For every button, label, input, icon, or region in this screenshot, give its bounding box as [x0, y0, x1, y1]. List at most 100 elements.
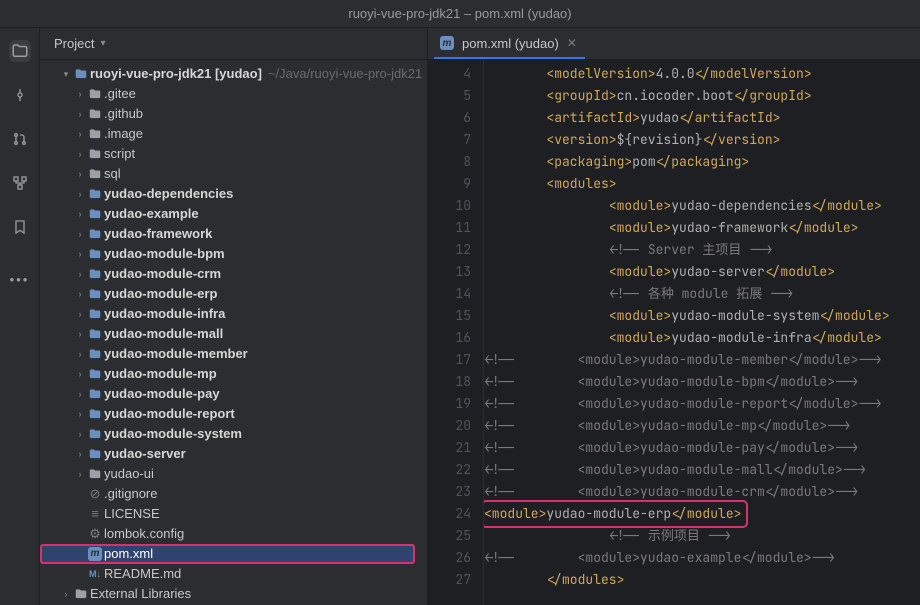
code-line[interactable]: <module>yudao-framework</module> — [484, 217, 920, 239]
code-line[interactable]: <artifactId>yudao</artifactId> — [484, 107, 920, 129]
chevron-right-icon[interactable]: › — [74, 184, 86, 204]
tree-row[interactable]: › External Libraries — [40, 584, 427, 604]
tree-row[interactable]: ›yudao-module-pay — [40, 384, 427, 404]
chevron-right-icon[interactable]: › — [74, 384, 86, 404]
chevron-right-icon[interactable]: › — [74, 304, 86, 324]
chevron-right-icon[interactable]: › — [74, 324, 86, 344]
tree-row[interactable]: M↓README.md — [40, 564, 427, 584]
chevron-right-icon[interactable]: › — [74, 84, 86, 104]
code-line[interactable]: <modelVersion>4.0.0</modelVersion> — [484, 63, 920, 85]
tree-row[interactable]: ›yudao-module-mall — [40, 324, 427, 344]
tree-item-label: yudao-module-infra — [104, 304, 225, 324]
code-line[interactable]: <version>${revision}</version> — [484, 129, 920, 151]
tree-row[interactable]: mpom.xml — [40, 544, 415, 564]
chevron-right-icon[interactable]: › — [74, 424, 86, 444]
tree-row[interactable]: ▾ruoyi-vue-pro-jdk21 [yudao]~/Java/ruoyi… — [40, 64, 427, 84]
code-line[interactable]: <groupId>cn.iocoder.boot</groupId> — [484, 85, 920, 107]
toolstrip-project-icon[interactable] — [9, 40, 31, 62]
chevron-right-icon[interactable]: › — [74, 464, 86, 484]
tree-row[interactable]: ›yudao-dependencies — [40, 184, 427, 204]
tree-item-label: yudao-module-bpm — [104, 244, 225, 264]
code-line[interactable]: <module>yudao-module-system</module> — [484, 305, 920, 327]
code-line[interactable]: <!-- <module>yudao-module-crm</module>--… — [484, 481, 920, 503]
chevron-right-icon[interactable]: › — [74, 444, 86, 464]
chevron-right-icon[interactable]: › — [74, 364, 86, 384]
tab-label: pom.xml (yudao) — [462, 36, 559, 51]
code-line[interactable]: </modules> — [484, 569, 920, 591]
tree-row[interactable]: ›yudao-module-crm — [40, 264, 427, 284]
tree-row[interactable]: ⚙lombok.config — [40, 524, 427, 544]
tab-pom-xml[interactable]: m pom.xml (yudao) ✕ — [428, 28, 591, 59]
editor[interactable]: 4567891011121314151617181920212223242526… — [428, 60, 920, 605]
tree-row[interactable]: › yudao-server — [40, 444, 427, 464]
code-line[interactable]: <!-- 示例项目 --> — [484, 525, 920, 547]
code-line[interactable]: <!-- <module>yudao-module-mall</module>-… — [484, 459, 920, 481]
tree-row[interactable]: › .github — [40, 104, 427, 124]
tree-item-label: yudao-module-system — [104, 424, 242, 444]
code-line[interactable]: <packaging>pom</packaging> — [484, 151, 920, 173]
chevron-down-icon[interactable]: ▾ — [60, 64, 72, 84]
tree-row[interactable]: › yudao-module-bpm — [40, 244, 427, 264]
chevron-right-icon[interactable]: › — [74, 224, 86, 244]
settings-icon: ⚙ — [89, 524, 101, 544]
tree-item-label: External Libraries — [90, 584, 191, 604]
tree-root-label: ruoyi-vue-pro-jdk21 [yudao] — [90, 64, 262, 84]
chevron-right-icon[interactable]: › — [74, 204, 86, 224]
project-tree[interactable]: ▾ruoyi-vue-pro-jdk21 [yudao]~/Java/ruoyi… — [40, 60, 427, 604]
toolstrip-structure-icon[interactable] — [9, 172, 31, 194]
code-line[interactable]: <!-- <module>yudao-module-report</module… — [484, 393, 920, 415]
chevron-right-icon[interactable]: › — [74, 264, 86, 284]
tree-row[interactable]: › yudao-module-system — [40, 424, 427, 444]
tree-item-label: yudao-module-erp — [104, 284, 217, 304]
toolstrip-commit-icon[interactable] — [9, 84, 31, 106]
tree-item-label: .gitee — [104, 84, 136, 104]
chevron-right-icon[interactable]: › — [74, 404, 86, 424]
tree-item-label: lombok.config — [104, 524, 184, 544]
chevron-right-icon[interactable]: › — [60, 584, 72, 604]
code-line[interactable]: <module>yudao-server</module> — [484, 261, 920, 283]
tree-item-label: yudao-module-member — [104, 344, 248, 364]
chevron-right-icon[interactable]: › — [74, 124, 86, 144]
toolstrip-bookmarks-icon[interactable] — [9, 216, 31, 238]
code-line[interactable]: <!-- 各种 module 拓展 --> — [484, 283, 920, 305]
tree-row[interactable]: ›yudao-module-mp — [40, 364, 427, 384]
tree-row[interactable]: ›sql — [40, 164, 427, 184]
code-line[interactable]: <!-- Server 主项目 --> — [484, 239, 920, 261]
editor-code[interactable]: <modelVersion>4.0.0</modelVersion> <grou… — [484, 60, 920, 605]
tree-row[interactable]: ≡LICENSE — [40, 504, 427, 524]
code-line[interactable]: <!-- <module>yudao-module-pay</module>--… — [484, 437, 920, 459]
project-panel-header[interactable]: Project ▾ — [40, 28, 427, 60]
tree-row[interactable]: ›yudao-ui — [40, 464, 427, 484]
toolstrip-more-icon[interactable]: ••• — [9, 268, 31, 290]
chevron-right-icon[interactable]: › — [74, 104, 86, 124]
tree-item-label: .github — [104, 104, 143, 124]
chevron-right-icon[interactable]: › — [74, 344, 86, 364]
tree-row[interactable]: ›.image — [40, 124, 427, 144]
tree-row[interactable]: ›yudao-framework — [40, 224, 427, 244]
chevron-right-icon[interactable]: › — [74, 144, 86, 164]
code-line[interactable]: <module>yudao-module-infra</module> — [484, 327, 920, 349]
tree-row[interactable]: › .gitee — [40, 84, 427, 104]
close-icon[interactable]: ✕ — [567, 36, 577, 50]
tree-item-label: yudao-example — [104, 204, 199, 224]
code-line[interactable]: <!-- <module>yudao-example</module>--> — [484, 547, 920, 569]
code-line[interactable]: <modules> — [484, 173, 920, 195]
code-line[interactable]: <module>yudao-dependencies</module> — [484, 195, 920, 217]
tree-row[interactable]: › yudao-example — [40, 204, 427, 224]
tree-row[interactable]: ⊘.gitignore — [40, 484, 427, 504]
chevron-right-icon[interactable]: › — [74, 244, 86, 264]
tree-row[interactable]: › yudao-module-member — [40, 344, 427, 364]
chevron-right-icon[interactable]: › — [74, 164, 86, 184]
code-line[interactable]: <!-- <module>yudao-module-member</module… — [484, 349, 920, 371]
editor-tabs: m pom.xml (yudao) ✕ — [428, 28, 920, 60]
code-line[interactable]: <module>yudao-module-erp</module> — [484, 503, 920, 525]
tree-row[interactable]: › yudao-module-erp — [40, 284, 427, 304]
toolstrip-pullrequests-icon[interactable] — [9, 128, 31, 150]
tree-row[interactable]: › yudao-module-infra — [40, 304, 427, 324]
code-line[interactable]: <!-- <module>yudao-module-bpm</module>--… — [484, 371, 920, 393]
tree-row[interactable]: ›yudao-module-report — [40, 404, 427, 424]
tree-row[interactable]: ›script — [40, 144, 427, 164]
chevron-right-icon[interactable]: › — [74, 284, 86, 304]
code-line[interactable]: <!-- <module>yudao-module-mp</module>--> — [484, 415, 920, 437]
tree-item-label: yudao-server — [104, 444, 186, 464]
